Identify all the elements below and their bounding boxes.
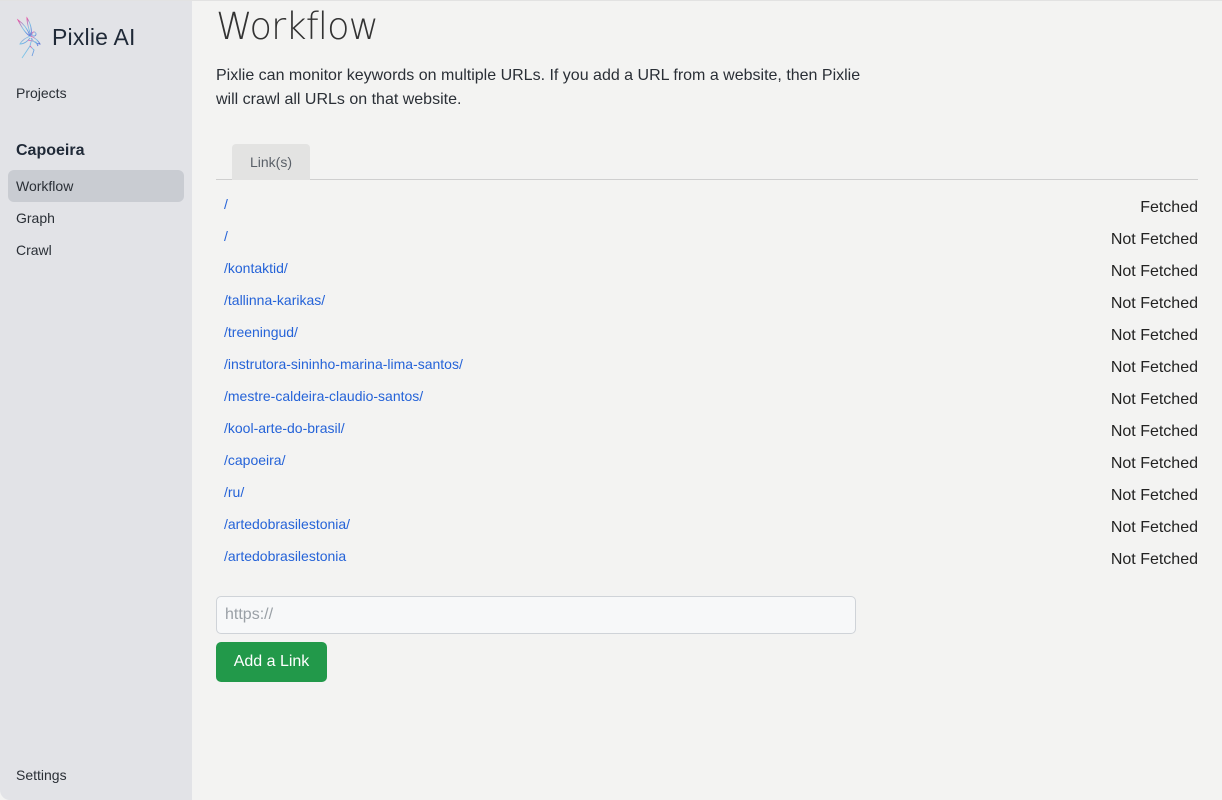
fetch-status: Not Fetched	[1110, 455, 1198, 472]
link-url[interactable]: /kool-arte-do-brasil/	[224, 420, 345, 436]
sidebar-item-graph[interactable]: Graph	[8, 202, 184, 234]
fetch-status: Not Fetched	[1110, 295, 1198, 312]
sidebar-item-workflow[interactable]: Workflow	[8, 170, 184, 202]
link-url[interactable]: /ru/	[224, 484, 244, 500]
brand[interactable]: Pixlie AI	[14, 16, 136, 62]
link-row: /ru/Not Fetched	[216, 479, 1198, 511]
link-row: /kool-arte-do-brasil/Not Fetched	[216, 415, 1198, 447]
link-row: /tallinna-karikas/Not Fetched	[216, 287, 1198, 319]
sidebar-item-crawl[interactable]: Crawl	[8, 234, 184, 266]
link-url[interactable]: /artedobrasilestonia	[224, 548, 346, 564]
link-row: /capoeira/Not Fetched	[216, 447, 1198, 479]
add-link-button[interactable]: Add a Link	[216, 642, 327, 682]
fairy-logo-icon	[16, 16, 41, 59]
tab-bar: Link(s)	[216, 144, 1198, 180]
sidebar: Pixlie AI Projects Capoeira Workflow Gra…	[0, 1, 192, 800]
url-input[interactable]	[216, 596, 856, 634]
link-row: /mestre-caldeira-claudio-santos/Not Fetc…	[216, 383, 1198, 415]
link-row: /treeningud/Not Fetched	[216, 319, 1198, 351]
link-url[interactable]: /instrutora-sininho-marina-lima-santos/	[224, 356, 463, 372]
app-name: Pixlie AI	[52, 23, 136, 50]
fetch-status: Not Fetched	[1110, 231, 1198, 248]
page-title: Workflow	[216, 5, 379, 48]
link-list: / Fetched / Not Fetched/kontaktid/Not Fetch…	[216, 191, 1198, 575]
link-url[interactable]: /tallinna-karikas/	[224, 292, 325, 308]
link-url[interactable]: /mestre-caldeira-claudio-santos/	[224, 388, 423, 404]
fetch-status: Fetched	[1140, 199, 1198, 216]
fetch-status: Not Fetched	[1110, 263, 1198, 280]
link-url[interactable]: /kontaktid/	[224, 260, 288, 276]
link-row: /instrutora-sininho-marina-lima-santos/N…	[216, 351, 1198, 383]
tab-links[interactable]: Link(s)	[232, 144, 310, 180]
projects-link[interactable]: Projects	[16, 85, 67, 101]
link-row: / Not Fetched	[216, 223, 1198, 255]
link-url[interactable]: /treeningud/	[224, 324, 298, 340]
fetch-status: Not Fetched	[1110, 519, 1198, 536]
link-url[interactable]: /capoeira/	[224, 452, 285, 468]
link-row: / Fetched	[216, 191, 1198, 223]
app-window: Pixlie AI Projects Capoeira Workflow Gra…	[0, 0, 1222, 800]
link-row: /artedobrasilestonia/Not Fetched	[216, 511, 1198, 543]
link-url[interactable]: /	[224, 228, 228, 244]
link-url[interactable]: /	[224, 196, 228, 212]
link-row: /kontaktid/Not Fetched	[216, 255, 1198, 287]
page-description: Pixlie can monitor keywords on multiple …	[216, 67, 861, 108]
fetch-status: Not Fetched	[1110, 327, 1198, 344]
fetch-status: Not Fetched	[1110, 391, 1198, 408]
link-row: /artedobrasilestonia Not Fetched	[216, 543, 1198, 575]
fetch-status: Not Fetched	[1110, 423, 1198, 440]
fetch-status: Not Fetched	[1110, 487, 1198, 504]
main-content: Workflow Pixlie can monitor keywords on …	[192, 1, 1222, 800]
fetch-status: Not Fetched	[1110, 551, 1198, 568]
project-name: Capoeira	[16, 142, 85, 159]
link-url[interactable]: /artedobrasilestonia/	[224, 516, 350, 532]
settings-link[interactable]: Settings	[16, 767, 67, 783]
fetch-status: Not Fetched	[1110, 359, 1198, 376]
